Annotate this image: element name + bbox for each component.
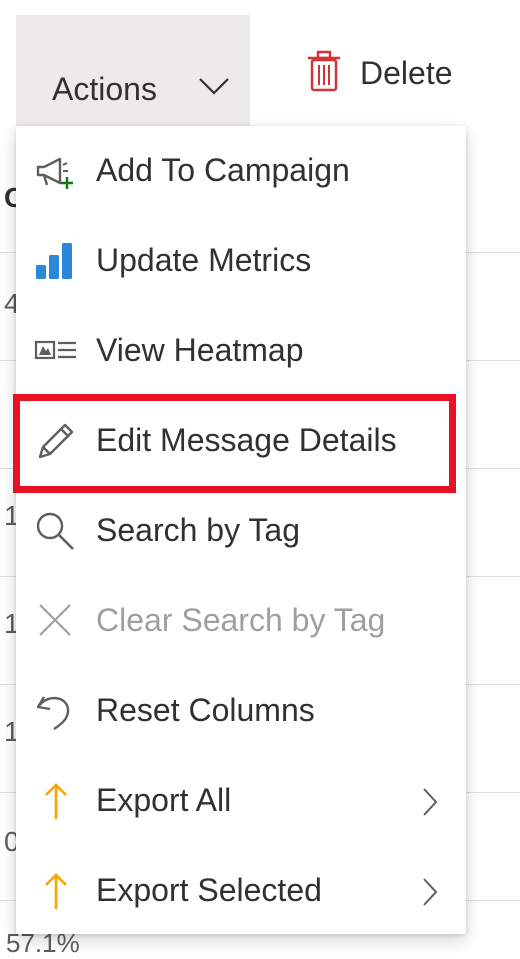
- actions-menu: Add To Campaign Update Metrics View Heat…: [16, 126, 466, 934]
- delete-button-label: Delete: [360, 55, 453, 91]
- delete-button[interactable]: Delete: [300, 40, 500, 110]
- menu-item-clear-search-by-tag: Clear Search by Tag: [16, 576, 466, 666]
- search-icon: [36, 512, 74, 550]
- command-bar: Actions Delete: [0, 0, 520, 128]
- menu-item-label: Export All: [96, 782, 232, 818]
- menu-item-label: View Heatmap: [96, 332, 304, 368]
- undo-icon: [36, 696, 70, 730]
- chevron-right-icon: [423, 878, 438, 906]
- pencil-icon: [38, 423, 74, 459]
- arrow-up-icon: [45, 783, 67, 819]
- menu-item-label: Reset Columns: [96, 692, 315, 728]
- actions-button-label: Actions: [52, 71, 157, 107]
- menu-item-search-by-tag[interactable]: Search by Tag: [16, 486, 466, 576]
- menu-item-label: Clear Search by Tag: [96, 602, 386, 638]
- menu-item-update-metrics[interactable]: Update Metrics: [16, 216, 466, 306]
- close-icon: [39, 604, 71, 636]
- heatmap-icon: [34, 340, 76, 360]
- menu-item-view-heatmap[interactable]: View Heatmap: [16, 306, 466, 396]
- menu-item-label: Update Metrics: [96, 242, 312, 278]
- menu-item-export-selected[interactable]: Export Selected: [16, 846, 466, 936]
- menu-item-export-all[interactable]: Export All: [16, 756, 466, 846]
- bar-chart-icon: [36, 243, 72, 279]
- menu-item-label: Edit Message Details: [96, 422, 397, 458]
- arrow-up-icon: [45, 873, 67, 909]
- megaphone-add-icon: [36, 157, 73, 189]
- menu-item-label: Add To Campaign: [96, 152, 350, 188]
- menu-item-add-to-campaign[interactable]: Add To Campaign: [16, 126, 466, 216]
- actions-button[interactable]: Actions: [16, 15, 250, 128]
- menu-item-reset-columns[interactable]: Reset Columns: [16, 666, 466, 756]
- menu-item-label: Export Selected: [96, 872, 322, 908]
- chevron-down-icon: [199, 78, 229, 95]
- menu-item-edit-message-details[interactable]: Edit Message Details: [16, 396, 466, 486]
- menu-item-label: Search by Tag: [96, 512, 300, 548]
- chevron-right-icon: [423, 788, 438, 816]
- trash-icon: [308, 50, 340, 92]
